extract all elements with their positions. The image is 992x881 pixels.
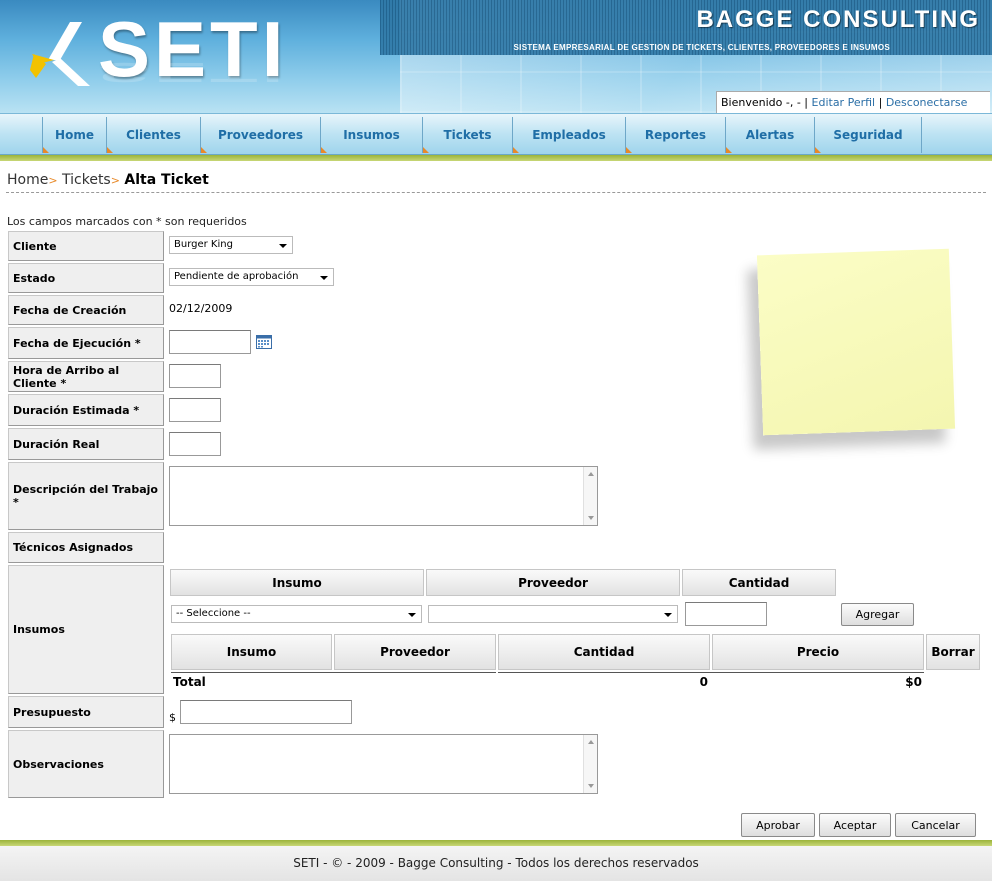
tagline: SISTEMA EMPRESARIAL DE GESTION DE TICKET…: [513, 43, 890, 52]
estado-label: Estado: [8, 263, 164, 293]
fecha-ejecucion-label: Fecha de Ejecución *: [8, 327, 164, 359]
total-cantidad: 0: [699, 675, 708, 689]
scrollbar[interactable]: [583, 735, 597, 793]
duracion-estimada-input[interactable]: [169, 398, 221, 422]
required-note: Los campos marcados con * son requeridos: [7, 215, 247, 228]
total-divider: [171, 672, 496, 673]
presupuesto-label: Presupuesto: [8, 696, 164, 728]
breadcrumb-separator: >: [48, 174, 58, 187]
main-nav: Home Clientes Proveedores Insumos Ticket…: [0, 113, 992, 155]
total-precio: $0: [905, 675, 922, 689]
chevron-down-icon: [664, 613, 672, 617]
cancel-button[interactable]: Cancelar: [895, 813, 976, 837]
user-bar: Bienvenido -, - | Editar Perfil | Descon…: [716, 91, 990, 113]
edit-profile-link[interactable]: Editar Perfil: [812, 96, 876, 109]
insumos-label: Insumos: [8, 565, 164, 694]
footer: SETI - © - 2009 - Bagge Consulting - Tod…: [0, 846, 992, 881]
header-banner: SETI SETI BAGGE CONSULTING SISTEMA EMPRE…: [0, 0, 992, 113]
proveedor-select[interactable]: [428, 605, 678, 623]
breadcrumb-current: Alta Ticket: [124, 172, 209, 188]
scrollbar[interactable]: [583, 467, 597, 525]
company-name: BAGGE CONSULTING: [696, 6, 980, 33]
insumo-select[interactable]: -- Seleccione --: [171, 605, 422, 623]
separator: |: [878, 96, 883, 109]
breadcrumb-home[interactable]: Home: [7, 172, 48, 188]
breadcrumb: Home> Tickets> Alta Ticket: [7, 172, 209, 188]
cantidad-header: Cantidad: [682, 569, 836, 596]
fecha-ejecucion-input[interactable]: [169, 330, 251, 354]
list-borrar-header: Borrar: [926, 634, 980, 670]
insumo-header: Insumo: [170, 569, 424, 596]
descripcion-textarea[interactable]: [169, 466, 598, 526]
approve-button[interactable]: Aprobar: [741, 813, 815, 837]
breadcrumb-separator: >: [110, 174, 120, 187]
cliente-label: Cliente: [8, 231, 164, 261]
nav-item-insumos[interactable]: Insumos: [320, 117, 422, 153]
nav-item-alertas[interactable]: Alertas: [725, 117, 814, 153]
calendar-icon[interactable]: [256, 334, 272, 349]
estado-select[interactable]: Pendiente de aprobación: [169, 268, 334, 286]
breadcrumb-tickets[interactable]: Tickets: [62, 172, 111, 188]
nav-item-home[interactable]: Home: [42, 117, 106, 153]
list-precio-header: Precio: [712, 634, 924, 670]
tecnicos-label: Técnicos Asignados: [8, 532, 164, 563]
observaciones-label: Observaciones: [8, 730, 164, 798]
chevron-down-icon: [279, 244, 287, 248]
cliente-select[interactable]: Burger King: [169, 236, 293, 254]
presupuesto-input[interactable]: [180, 700, 352, 724]
hora-arribo-input[interactable]: [169, 364, 221, 388]
add-insumo-button[interactable]: Agregar: [841, 603, 914, 626]
proveedor-header: Proveedor: [426, 569, 680, 596]
seti-logo-icon: [30, 22, 90, 86]
fecha-creacion-label: Fecha de Creación: [8, 295, 164, 325]
nav-item-empleados[interactable]: Empleados: [512, 117, 625, 153]
welcome-text: Bienvenido -, -: [721, 96, 801, 109]
duracion-real-label: Duración Real: [8, 428, 164, 460]
currency-symbol: $: [169, 711, 176, 724]
observaciones-textarea[interactable]: [169, 734, 598, 794]
separator: |: [804, 96, 809, 109]
sticky-note: [756, 248, 956, 436]
total-divider: [498, 672, 924, 673]
list-proveedor-header: Proveedor: [334, 634, 496, 670]
accept-button[interactable]: Aceptar: [819, 813, 891, 837]
hora-arribo-label: Hora de Arribo al Cliente *: [8, 361, 164, 392]
nav-item-clientes[interactable]: Clientes: [106, 117, 200, 153]
logout-link[interactable]: Desconectarse: [886, 96, 968, 109]
divider-bar: [0, 155, 992, 161]
nav-item-reportes[interactable]: Reportes: [625, 117, 725, 153]
cantidad-input[interactable]: [685, 602, 767, 626]
fecha-creacion-value: 02/12/2009: [169, 302, 233, 315]
chevron-down-icon: [320, 276, 328, 280]
nav-item-tickets[interactable]: Tickets: [422, 117, 512, 153]
duracion-real-input[interactable]: [169, 432, 221, 456]
descripcion-label: Descripción del Trabajo *: [8, 462, 164, 530]
total-label: Total: [173, 675, 206, 689]
duracion-estimada-label: Duración Estimada *: [8, 394, 164, 426]
nav-item-seguridad[interactable]: Seguridad: [814, 117, 922, 153]
breadcrumb-divider: [6, 192, 986, 193]
chevron-down-icon: [408, 613, 416, 617]
list-insumo-header: Insumo: [171, 634, 332, 670]
logo-reflection: SETI: [98, 56, 288, 88]
nav-item-proveedores[interactable]: Proveedores: [200, 117, 320, 153]
list-cantidad-header: Cantidad: [498, 634, 710, 670]
